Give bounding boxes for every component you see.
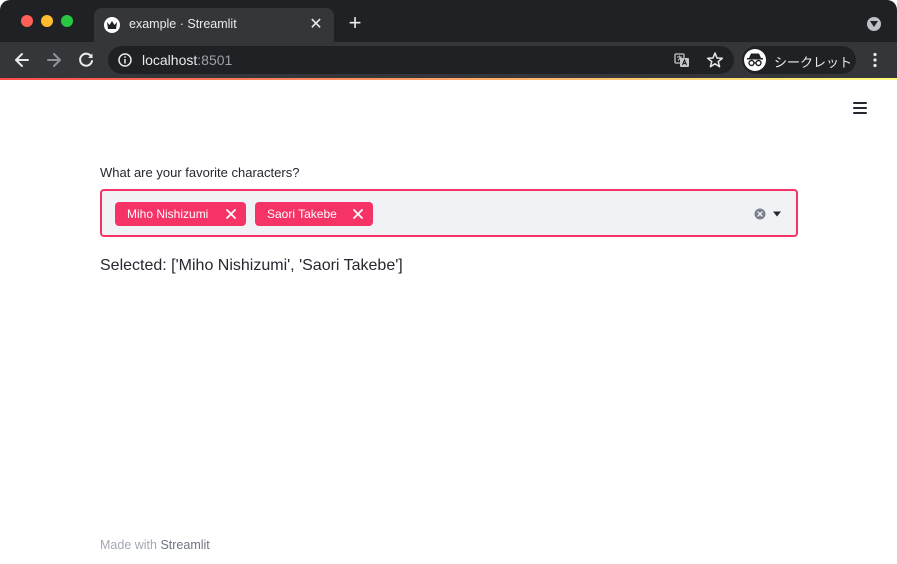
browser-toolbar: localhost:8501 シークレット — [0, 42, 897, 78]
footer-streamlit-link[interactable]: Streamlit — [160, 538, 209, 552]
streamlit-top-decoration — [0, 78, 897, 80]
browser-titlebar: example · Streamlit ✕ + — [0, 0, 897, 42]
footer: Made with Streamlit — [100, 538, 210, 552]
address-bar[interactable]: localhost:8501 — [108, 46, 734, 74]
window-close-button[interactable] — [21, 15, 33, 27]
remove-chip-icon[interactable] — [352, 208, 364, 220]
chip-label: Saori Takebe — [267, 207, 337, 221]
footer-prefix: Made with — [100, 538, 161, 552]
selected-chip-saori: Saori Takebe — [255, 202, 373, 226]
back-arrow-icon[interactable] — [12, 50, 32, 70]
incognito-icon — [744, 49, 766, 71]
remove-chip-icon[interactable] — [225, 208, 237, 220]
hamburger-menu-icon[interactable] — [851, 99, 871, 117]
reload-icon[interactable] — [76, 50, 96, 70]
translate-icon[interactable] — [674, 52, 690, 68]
window-zoom-button[interactable] — [61, 15, 73, 27]
incognito-label: シークレット — [774, 55, 853, 70]
new-tab-button[interactable]: + — [345, 12, 365, 34]
url-text: localhost:8501 — [142, 52, 232, 68]
chip-label: Miho Nishizumi — [127, 207, 209, 221]
url-host: localhost — [142, 52, 198, 68]
multiselect-label: What are your favorite characters? — [100, 165, 300, 180]
incognito-badge[interactable]: シークレット — [742, 46, 856, 74]
selected-chip-miho: Miho Nishizumi — [115, 202, 246, 226]
forward-arrow-icon[interactable] — [44, 50, 64, 70]
characters-multiselect[interactable]: Miho Nishizumi Saori Takebe — [100, 189, 798, 237]
browser-tab[interactable]: example · Streamlit ✕ — [94, 8, 334, 42]
star-icon[interactable] — [706, 51, 724, 69]
tab-close-icon[interactable]: ✕ — [308, 17, 324, 33]
tab-title: example · Streamlit — [129, 17, 237, 31]
window-minimize-button[interactable] — [41, 15, 53, 27]
chevron-down-icon[interactable] — [772, 210, 782, 218]
url-port: :8501 — [197, 52, 233, 68]
streamlit-crown-icon — [104, 17, 120, 33]
clear-all-icon[interactable] — [754, 208, 766, 220]
tab-search-icon[interactable] — [867, 17, 881, 31]
info-icon[interactable] — [118, 53, 132, 67]
kebab-menu-icon[interactable] — [866, 51, 884, 69]
selected-output-text: Selected: ['Miho Nishizumi', 'Saori Take… — [100, 257, 403, 274]
